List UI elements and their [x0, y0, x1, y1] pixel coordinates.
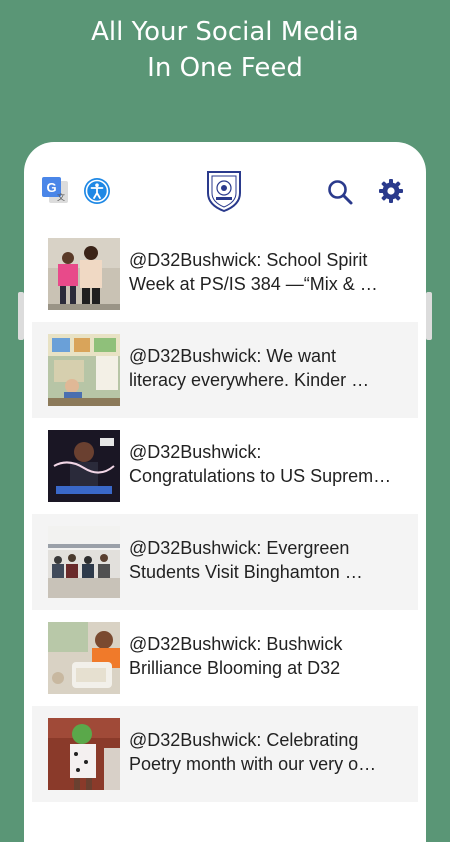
feed-item[interactable]: @D32Bushwick: Celebrating Poetry month w…: [32, 706, 418, 802]
feed-item-text-line-2: Week at PS/IS 384 —“Mix & …: [129, 274, 378, 294]
feed-item-thumbnail: [48, 430, 120, 502]
feed-item-text-line-1: @D32Bushwick: Celebrating: [129, 730, 359, 750]
feed-item[interactable]: @D32Bushwick: We want literacy everywher…: [32, 322, 418, 418]
feed-item-text-line-1: @D32Bushwick: Evergreen: [129, 538, 350, 558]
feed-item-thumbnail: [48, 334, 120, 406]
feed-item-text-line-2: literacy everywhere. Kinder …: [129, 370, 370, 390]
accessibility-icon[interactable]: [83, 177, 111, 205]
headline-line-2: In One Feed: [147, 53, 303, 83]
feed-item-text-line-1: @D32Bushwick:: [129, 442, 262, 462]
feed-item-text-line-2: Students Visit Binghamton …: [129, 562, 363, 582]
svg-text:文: 文: [57, 192, 65, 202]
svg-text:G: G: [46, 180, 56, 195]
school-crest-logo: [204, 169, 244, 213]
feed-item[interactable]: @D32Bushwick: Bushwick Brilliance Bloomi…: [32, 610, 418, 706]
social-feed-list[interactable]: @D32Bushwick: School Spirit Week at PS/I…: [32, 226, 418, 802]
headline: All Your Social Media In One Feed: [0, 14, 450, 86]
feed-item-text-line-1: @D32Bushwick: We want: [129, 346, 337, 366]
feed-item-thumbnail: [48, 622, 120, 694]
feed-item-text-line-1: @D32Bushwick: Bushwick: [129, 634, 343, 654]
feed-item-thumbnail: [48, 238, 120, 310]
feed-item-text-line-2: Brilliance Blooming at D32: [129, 658, 341, 678]
feed-item-thumbnail: [48, 526, 120, 598]
headline-line-1: All Your Social Media: [91, 17, 359, 47]
gear-icon[interactable]: [378, 178, 404, 204]
feed-item[interactable]: @D32Bushwick: Congratulations to US Supr…: [32, 418, 418, 514]
feed-item-text-line-2: Poetry month with our very o…: [129, 754, 377, 774]
feed-item[interactable]: @D32Bushwick: Evergreen Students Visit B…: [32, 514, 418, 610]
search-icon[interactable]: [326, 178, 354, 206]
feed-item-thumbnail: [48, 718, 120, 790]
phone-side-button-right: [426, 292, 432, 340]
app-toolbar: G 文: [24, 142, 426, 238]
translate-icon[interactable]: G 文: [40, 175, 70, 205]
phone-screen: G 文 @D32Bushwick: School Spirit Week at …: [24, 142, 426, 842]
feed-item[interactable]: @D32Bushwick: School Spirit Week at PS/I…: [32, 226, 418, 322]
feed-item-text-line-1: @D32Bushwick: School Spirit: [129, 250, 368, 270]
feed-item-text-line-2: Congratulations to US Suprem…: [129, 466, 392, 486]
